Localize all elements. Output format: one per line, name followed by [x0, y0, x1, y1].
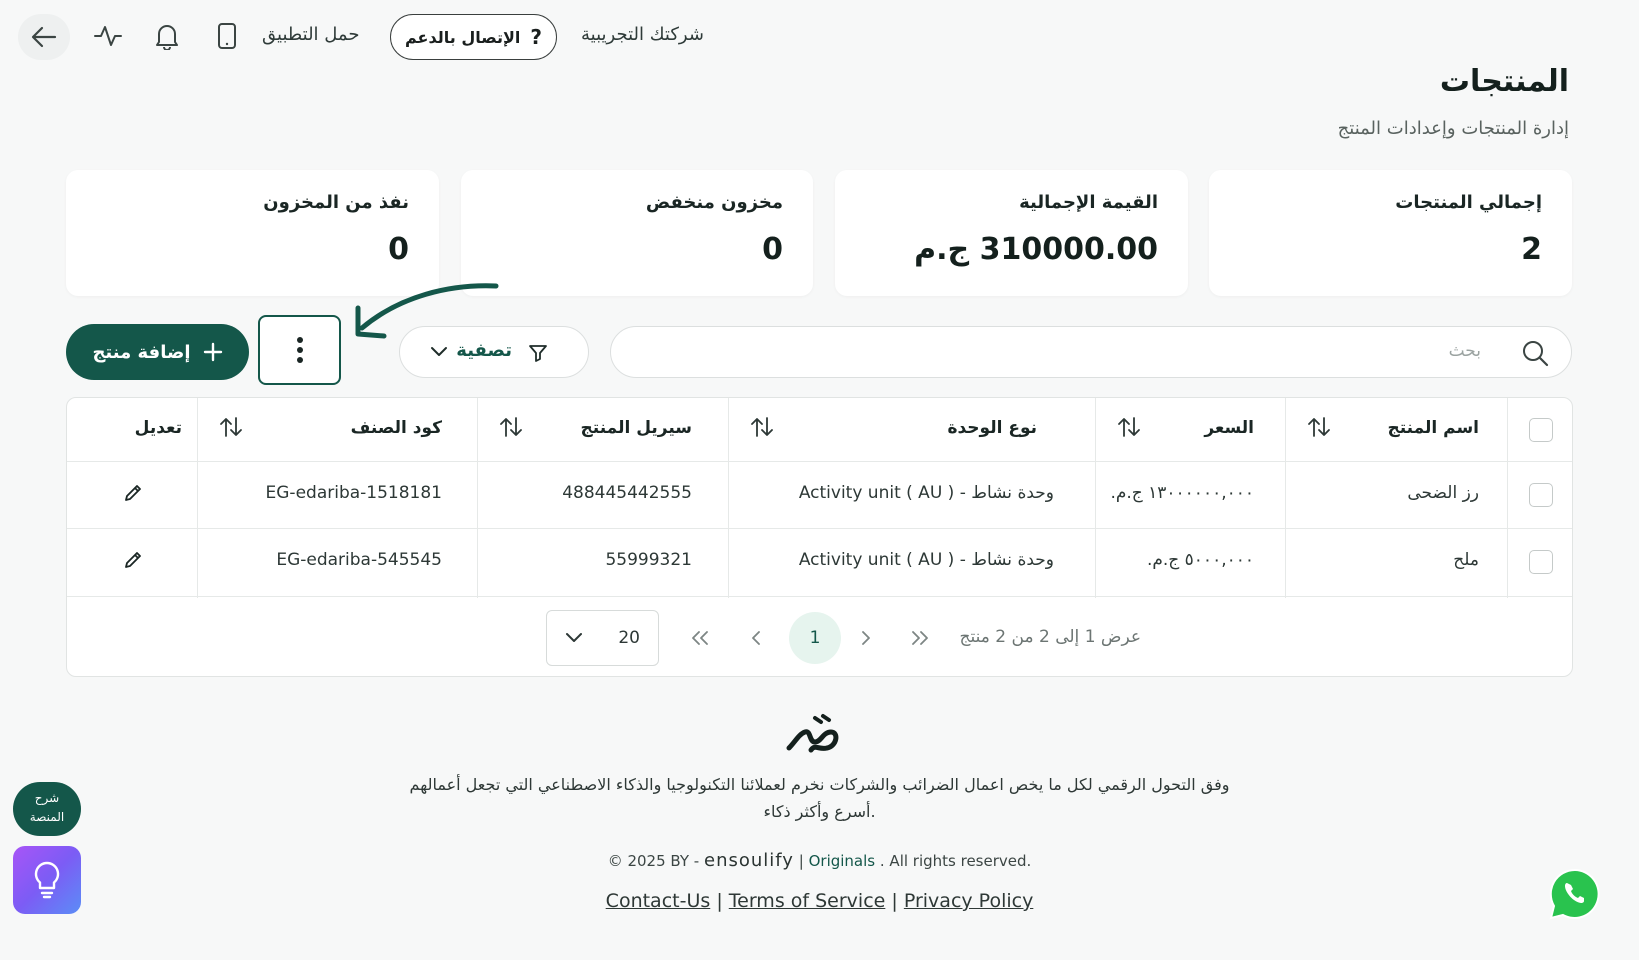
- copyright: © 2025 BY - ensoulify | Originals . All …: [0, 850, 1639, 871]
- privacy-link[interactable]: Privacy Policy: [904, 890, 1033, 912]
- back-button[interactable]: [18, 14, 70, 60]
- pencil-icon[interactable]: [122, 482, 144, 504]
- next-page-button[interactable]: [846, 618, 886, 658]
- platform-guide-button[interactable]: شرح المنصة: [13, 782, 81, 836]
- guide-label-1: شرح: [34, 791, 60, 805]
- row-checkbox[interactable]: [1529, 483, 1553, 507]
- column-header-unit[interactable]: نوع الوحدة: [947, 418, 1037, 438]
- activity-icon: [93, 23, 123, 49]
- download-app-link[interactable]: حمل التطبيق: [262, 24, 359, 45]
- column-header-serial[interactable]: سيريل المنتج: [581, 418, 692, 438]
- cell-name: ملح: [1453, 550, 1479, 570]
- select-all-checkbox[interactable]: [1529, 418, 1553, 442]
- cell-price: ١٣٠٠٠٠٠٠,٠٠٠ ج.م.: [1110, 483, 1254, 503]
- support-button[interactable]: الإتصال بالدعم ?: [390, 14, 557, 60]
- page-size-value: 20: [618, 628, 640, 648]
- search-icon: [1521, 339, 1549, 367]
- originals-link[interactable]: Originals: [809, 852, 876, 870]
- page-subtitle: إدارة المنتجات وإعدادات المنتج: [1337, 118, 1569, 139]
- page-title: المنتجات: [1439, 64, 1569, 99]
- separator: |: [891, 890, 898, 912]
- footer-tagline-2: أسرع وأكثر ذكاء.: [763, 802, 876, 821]
- funnel-icon: [528, 343, 548, 363]
- chevron-down-icon: [565, 630, 583, 644]
- phone-icon: [217, 22, 237, 50]
- notifications-button[interactable]: [147, 18, 187, 54]
- stat-value: 310000.00 ج.م: [914, 232, 1158, 267]
- stat-label: نفذ من المخزون: [263, 192, 409, 213]
- add-product-button[interactable]: إضافة منتج: [66, 324, 249, 380]
- page-button-current[interactable]: 1: [789, 612, 841, 664]
- more-options-button[interactable]: [258, 315, 341, 385]
- guide-label-2: المنصة: [29, 810, 65, 824]
- activity-button[interactable]: [88, 18, 128, 54]
- sort-icon[interactable]: [219, 416, 243, 438]
- support-label: الإتصال بالدعم: [405, 27, 521, 47]
- add-product-label: إضافة منتج: [92, 341, 191, 363]
- ideas-button[interactable]: [13, 846, 81, 914]
- contact-link[interactable]: Contact-Us: [606, 890, 711, 912]
- cell-serial: 55999321: [605, 550, 692, 570]
- separator: |: [716, 890, 723, 912]
- bell-icon: [154, 22, 180, 50]
- sort-icon[interactable]: [750, 416, 774, 438]
- prev-page-button[interactable]: [736, 618, 776, 658]
- rights-text: . All rights reserved.: [879, 852, 1032, 870]
- cell-sku: EG-edariba-1518181: [265, 483, 442, 503]
- cell-unit: وحدة نشاط - ( Activity unit ( AU: [798, 483, 1054, 503]
- double-chevron-left-icon: [689, 630, 711, 646]
- stat-label: القيمة الإجمالية: [1019, 192, 1158, 213]
- copyright-prefix: © 2025 BY -: [607, 852, 700, 870]
- stat-card-low-stock: مخزون منخفض 0: [461, 170, 813, 296]
- lightbulb-icon: [32, 860, 62, 900]
- brand-logo-icon: [786, 714, 839, 753]
- separator: |: [798, 852, 804, 870]
- sort-icon[interactable]: [1117, 416, 1141, 438]
- mobile-app-button[interactable]: [207, 18, 247, 54]
- column-header-name[interactable]: اسم المنتج: [1387, 418, 1479, 438]
- cell-sku: EG-edariba-545545: [276, 550, 442, 570]
- pagination-info: عرض 1 إلى 2 من 2 منتج: [959, 627, 1141, 647]
- stat-card-total-value: القيمة الإجمالية 310000.00 ج.م: [835, 170, 1188, 296]
- vertical-dots-icon: [296, 336, 304, 364]
- column-header-sku[interactable]: كود الصنف: [351, 418, 442, 438]
- search-input[interactable]: بحث: [610, 326, 1572, 378]
- question-icon: ?: [530, 25, 542, 49]
- brand-name: ensoulify: [704, 850, 794, 871]
- terms-link[interactable]: Terms of Service: [729, 890, 886, 912]
- chevron-left-icon: [749, 630, 763, 646]
- sort-icon[interactable]: [1307, 416, 1331, 438]
- annotation-arrow-icon: [355, 283, 499, 339]
- search-placeholder: بحث: [1448, 341, 1481, 361]
- chevron-right-icon: [859, 630, 873, 646]
- stat-label: إجمالي المنتجات: [1395, 192, 1542, 213]
- column-header-edit: تعديل: [134, 418, 182, 438]
- pencil-icon[interactable]: [122, 549, 144, 571]
- first-page-button[interactable]: [680, 618, 720, 658]
- stat-card-total-products: إجمالي المنتجات 2: [1209, 170, 1572, 296]
- double-chevron-right-icon: [909, 630, 931, 646]
- stat-value: 0: [762, 232, 783, 267]
- cell-name: رز الضحى: [1407, 483, 1479, 503]
- footer-tagline: وفق التحول الرقمي لكل ما يخص اعمال الضرا…: [409, 775, 1230, 794]
- cell-price: ٥٠٠٠,٠٠٠ ج.م.: [1146, 550, 1254, 570]
- footer-links: Contact-Us | Terms of Service | Privacy …: [0, 890, 1639, 912]
- cell-serial: 488445442555: [562, 483, 692, 503]
- stat-value: 2: [1521, 232, 1542, 267]
- column-header-price[interactable]: السعر: [1204, 418, 1254, 438]
- page-size-select[interactable]: 20: [546, 610, 659, 666]
- stat-label: مخزون منخفض: [645, 192, 783, 213]
- arrow-left-icon: [31, 26, 57, 48]
- plus-icon: [203, 342, 223, 362]
- last-page-button[interactable]: [900, 618, 940, 658]
- cell-unit: وحدة نشاط - ( Activity unit ( AU: [798, 550, 1054, 570]
- sort-icon[interactable]: [499, 416, 523, 438]
- company-name[interactable]: شركتك التجريبية: [581, 24, 704, 45]
- stat-value: 0: [388, 232, 409, 267]
- whatsapp-icon[interactable]: [1547, 866, 1603, 922]
- row-checkbox[interactable]: [1529, 550, 1553, 574]
